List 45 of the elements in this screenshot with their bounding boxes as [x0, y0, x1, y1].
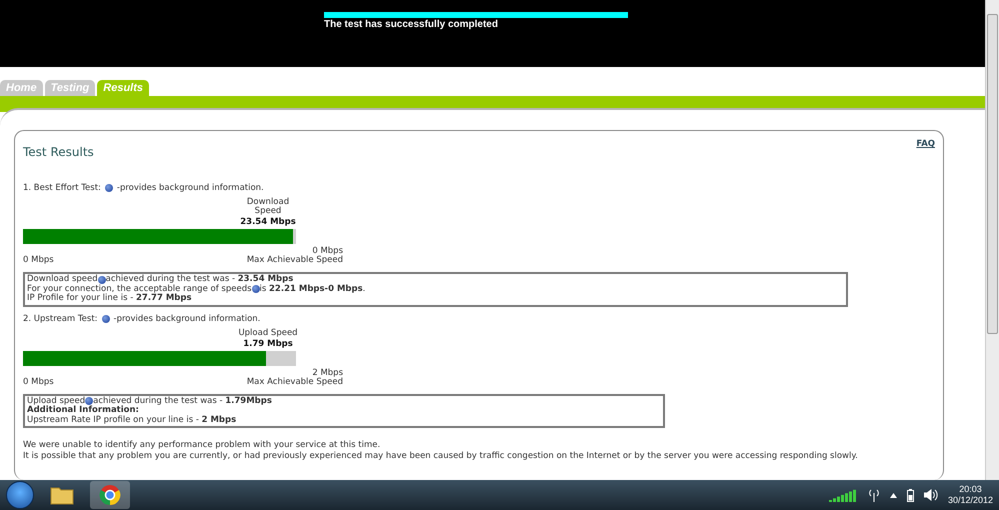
faq-link[interactable]: FAQ — [916, 139, 935, 149]
info-text: achieved during the test was - 23.54 Mbps — [106, 275, 294, 284]
status-text: The test has successfully completed — [324, 19, 499, 30]
battery-icon[interactable] — [906, 488, 914, 502]
speaker-icon[interactable] — [924, 489, 938, 501]
browser-icon[interactable] — [99, 484, 121, 506]
gauge-caption: Upload Speed — [238, 328, 298, 338]
start-button[interactable] — [6, 481, 34, 509]
panel-title: Test Results — [23, 145, 94, 159]
scale-label: Max Achievable Speed — [246, 256, 343, 265]
help-icon[interactable] — [102, 314, 110, 322]
signal-icon[interactable] — [828, 488, 858, 502]
scale-min: 0 Mbps — [23, 256, 54, 265]
info-text: IP Profile for your line is - 27.77 Mbps — [27, 294, 192, 304]
help-icon[interactable] — [104, 184, 113, 192]
gauge-reading: 23.54 Mbps — [240, 218, 296, 227]
scale-label: Max Achievable Speed — [246, 378, 343, 386]
gauge-caption: Download — [246, 198, 290, 207]
scale-min: 0 Mbps — [23, 378, 54, 386]
antenna-icon[interactable] — [868, 488, 880, 502]
scale-max: 2 Mbps — [312, 368, 343, 378]
info-text: Upload speed — [27, 396, 86, 406]
help-icon[interactable] — [252, 285, 260, 294]
help-icon[interactable] — [85, 397, 94, 406]
help-icon[interactable] — [98, 276, 106, 284]
folder-icon[interactable] — [50, 485, 74, 505]
info-text: Download speed — [27, 275, 98, 284]
info-text: is 22.21 Mbps-0 Mbps. — [260, 284, 366, 294]
info-text: Upstream Rate IP profile on your line is - 2 Mbps — [27, 416, 236, 425]
section-heading: 2. Upstream Test: — [23, 314, 98, 324]
caret-icon[interactable] — [890, 492, 897, 498]
gauge-reading: 1.79 Mbps — [243, 340, 293, 348]
info-text: For your connection, the acceptable range of speeds — [27, 284, 252, 294]
clock-time[interactable]: 20:03 — [959, 484, 982, 495]
info-text: Additional Information: — [27, 406, 139, 416]
section-hint: -provides background information. — [114, 314, 260, 324]
info-text: achieved during the test was - 1.79Mbps — [93, 396, 272, 406]
clock-date[interactable]: 30/12/2012 — [948, 495, 993, 506]
gauge-caption: Speed — [254, 207, 282, 216]
scale-max: 0 Mbps — [312, 247, 343, 256]
section-hint: -provides background information. — [116, 183, 264, 193]
scrollbar[interactable] — [985, 0, 999, 480]
section-heading: 1. Best Effort Test: — [23, 183, 101, 193]
note-text: We were unable to identify any performance problem with your service at this time. — [23, 440, 382, 450]
note-text: It is possible that any problem you are currently, or had previously experienced may have been caused by traffic congestion on the Internet or by the server you were accessing responding slowly. — [23, 450, 859, 461]
